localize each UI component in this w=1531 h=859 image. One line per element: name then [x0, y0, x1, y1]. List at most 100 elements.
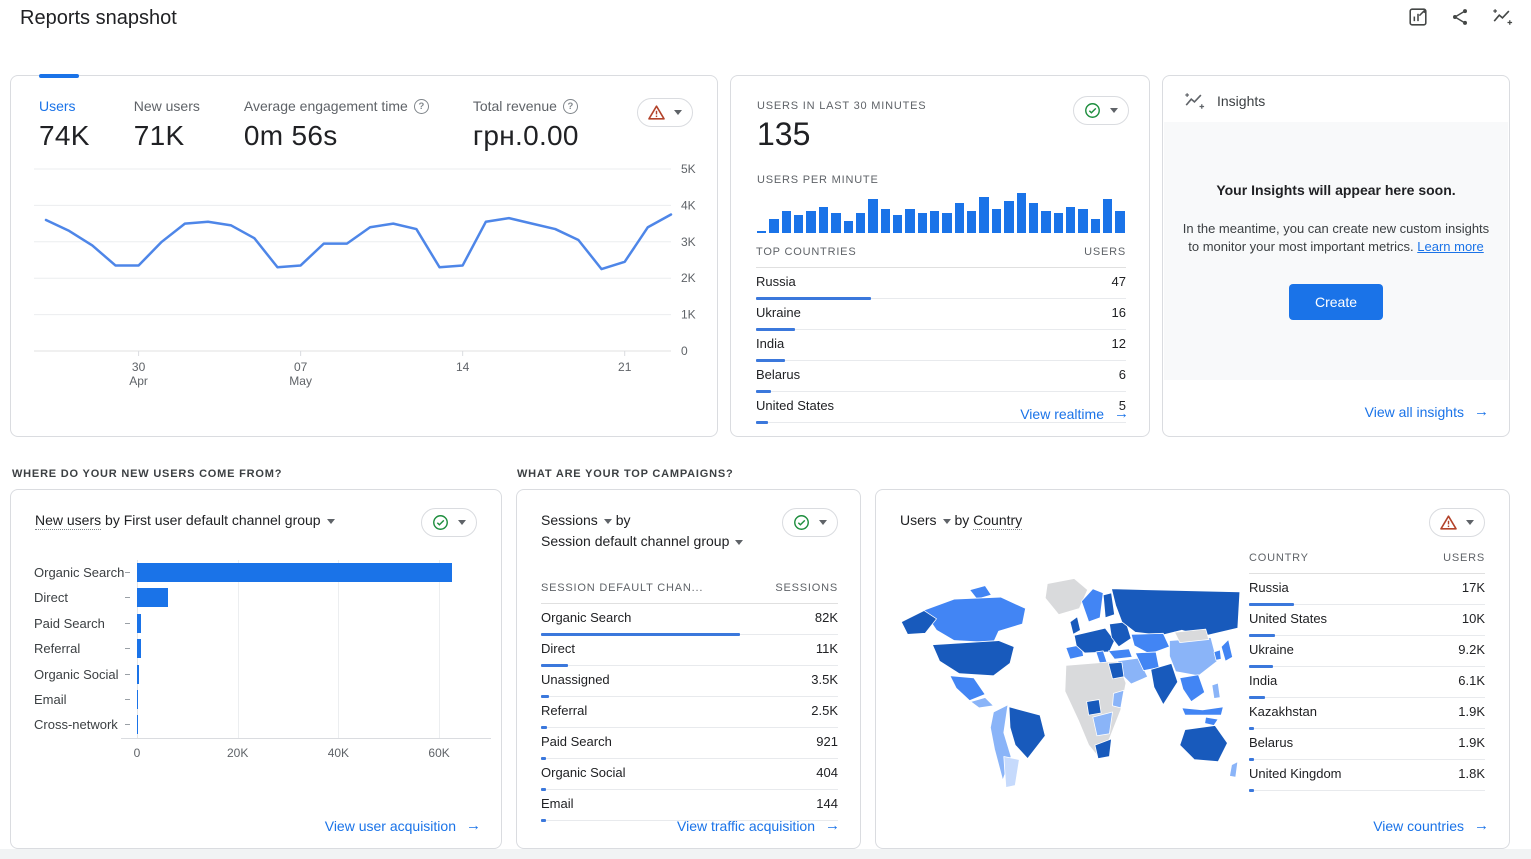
- column-header: USERS: [1084, 246, 1126, 258]
- row-value: 404: [816, 765, 838, 780]
- insights-headline: Your Insights will appear here soon.: [1164, 182, 1508, 198]
- metric-tab-total-revenue[interactable]: Total revenue? грн.0.00: [473, 98, 579, 152]
- card-title: Users by Country: [900, 510, 1022, 531]
- bar-row: Email: [25, 687, 491, 712]
- chevron-down-icon[interactable]: [943, 519, 951, 524]
- table-row: Organic Social404: [541, 759, 838, 790]
- overview-card: Users 74K New users 71K Average engageme…: [10, 75, 718, 437]
- category-label: Organic Search: [34, 565, 124, 580]
- metric-selector[interactable]: Users: [900, 512, 937, 528]
- metric-tab-avg-engagement-time[interactable]: Average engagement time? 0m 56s: [244, 98, 429, 152]
- minute-bar: [979, 197, 988, 233]
- data-quality-pill[interactable]: [421, 508, 477, 537]
- category-label: Referral: [34, 641, 80, 656]
- data-quality-pill[interactable]: [782, 508, 838, 537]
- metric-tab-new-users[interactable]: New users 71K: [134, 98, 200, 152]
- data-quality-pill[interactable]: [637, 98, 693, 127]
- bar-row: Direct: [25, 585, 491, 610]
- category-tick: [125, 597, 130, 598]
- metric-selector[interactable]: Sessions: [541, 512, 598, 528]
- metric-tab-users[interactable]: Users 74K: [39, 98, 90, 152]
- svg-text:30: 30: [132, 360, 146, 374]
- metric-label: Users: [39, 98, 76, 114]
- table-row: India 6.1K: [1249, 667, 1485, 698]
- row-value: 16: [1112, 305, 1126, 320]
- view-traffic-acquisition-link[interactable]: View traffic acquisition: [677, 817, 840, 834]
- row-value: 1.8K: [1458, 766, 1485, 781]
- svg-text:4K: 4K: [681, 198, 696, 212]
- view-all-insights-link[interactable]: View all insights: [1365, 403, 1489, 420]
- table-row: India12: [756, 330, 1126, 361]
- row-bar: [1249, 789, 1254, 792]
- help-icon[interactable]: ?: [414, 99, 429, 114]
- x-axis-line: [121, 738, 491, 739]
- minute-bar: [806, 211, 815, 233]
- column-header: SESSION DEFAULT CHAN...: [541, 582, 703, 594]
- minute-bar: [942, 213, 951, 233]
- learn-more-link[interactable]: Learn more: [1417, 239, 1483, 254]
- row-value: 6.1K: [1458, 673, 1485, 688]
- minute-bar: [819, 207, 828, 233]
- create-insight-button[interactable]: Create: [1289, 284, 1383, 320]
- row-label: India: [1249, 673, 1277, 688]
- card-title: New users by First user default channel …: [35, 510, 335, 531]
- chevron-down-icon[interactable]: [604, 519, 612, 524]
- axis-tick-label: 60K: [428, 746, 449, 760]
- table-row: Ukraine9.2K: [1249, 636, 1485, 667]
- insights-icon[interactable]: [1491, 6, 1513, 28]
- row-label: Referral: [541, 703, 587, 718]
- category-label: Direct: [34, 590, 68, 605]
- minute-bar: [992, 209, 1001, 233]
- help-icon[interactable]: ?: [563, 99, 578, 114]
- minute-bar: [1041, 211, 1050, 233]
- row-label: United Kingdom: [1249, 766, 1342, 781]
- svg-text:3K: 3K: [681, 235, 696, 249]
- bar-row: Paid Search: [25, 611, 491, 636]
- table-body: Russia47Ukraine16India12Belarus6United S…: [756, 268, 1126, 423]
- data-quality-pill[interactable]: [1073, 96, 1129, 125]
- minute-bar: [930, 211, 939, 233]
- dimension-selector[interactable]: Country: [973, 512, 1022, 530]
- arrow-right-icon: [466, 817, 481, 834]
- table-row: Direct11K: [541, 635, 838, 666]
- top-countries-table: TOP COUNTRIES USERS Russia47Ukraine16Ind…: [756, 246, 1126, 423]
- share-icon[interactable]: [1449, 6, 1471, 28]
- realtime-title: USERS IN LAST 30 MINUTES: [757, 100, 926, 112]
- dimension-selector[interactable]: Session default channel group: [541, 533, 729, 549]
- row-value: 144: [816, 796, 838, 811]
- customize-report-icon[interactable]: [1407, 6, 1429, 28]
- category-label: Email: [34, 692, 67, 707]
- data-quality-pill[interactable]: [1429, 508, 1485, 537]
- bar: [137, 614, 141, 633]
- view-realtime-link[interactable]: View realtime: [1020, 405, 1129, 422]
- metric-label: Total revenue: [473, 98, 557, 114]
- minute-bar: [1017, 193, 1026, 233]
- category-tick: [125, 648, 130, 649]
- svg-text:Apr: Apr: [129, 374, 148, 388]
- row-label: Organic Search: [541, 610, 631, 625]
- by-text: by: [954, 512, 969, 528]
- table-row: Referral2.5K: [541, 697, 838, 728]
- row-label: Unassigned: [541, 672, 610, 687]
- arrow-right-icon: [1474, 403, 1489, 420]
- countries-table: COUNTRY USERS Russia17KUnited States10KU…: [1249, 552, 1485, 791]
- view-user-acquisition-link[interactable]: View user acquisition: [325, 817, 481, 834]
- chevron-down-icon[interactable]: [735, 540, 743, 545]
- svg-text:21: 21: [618, 360, 632, 374]
- minute-bar: [782, 211, 791, 233]
- category-label: Cross-network: [34, 717, 118, 732]
- chevron-down-icon: [1110, 108, 1118, 113]
- minute-bar: [868, 199, 877, 233]
- axis-tick-label: 40K: [328, 746, 349, 760]
- view-countries-link[interactable]: View countries: [1373, 817, 1489, 834]
- metric-selector[interactable]: New users: [35, 512, 101, 530]
- chevron-down-icon[interactable]: [327, 519, 335, 524]
- table-body: Russia17KUnited States10KUkraine9.2KIndi…: [1249, 574, 1485, 791]
- table-row: United Kingdom 1.8K: [1249, 760, 1485, 791]
- header-actions: [1407, 6, 1513, 28]
- bar-row: Organic Social: [25, 662, 491, 687]
- minute-bar: [769, 219, 778, 233]
- minute-bar: [1004, 201, 1013, 233]
- row-value: 47: [1112, 274, 1126, 289]
- section-title-campaigns: WHAT ARE YOUR TOP CAMPAIGNS?: [517, 468, 734, 480]
